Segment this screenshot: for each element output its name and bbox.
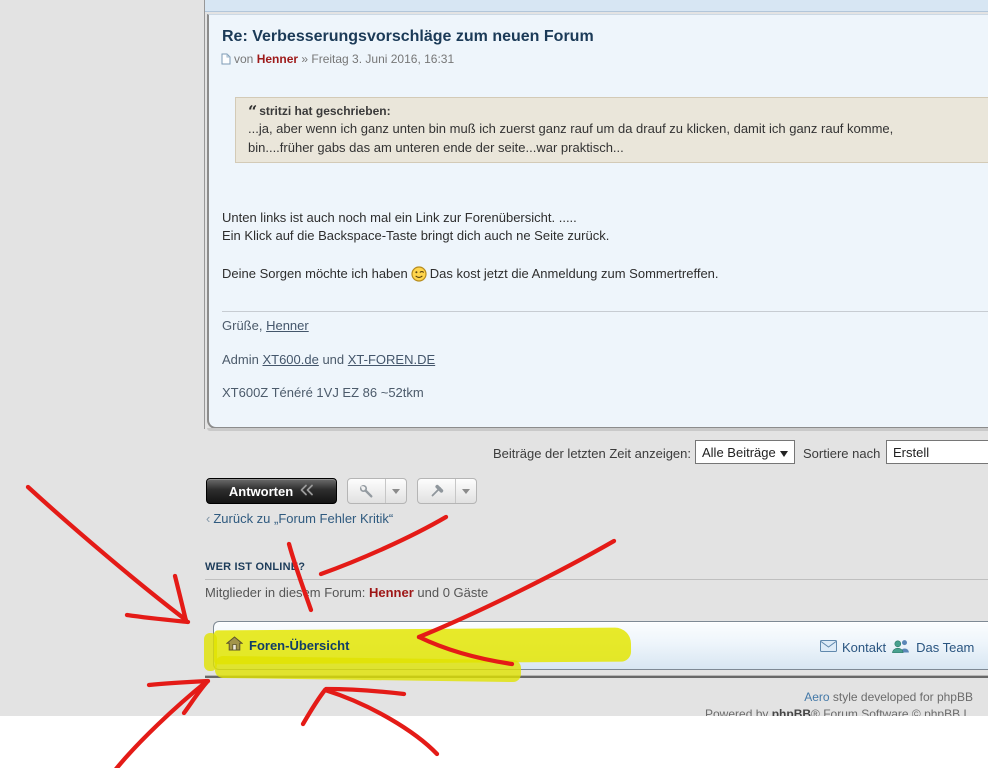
caret-down-icon bbox=[392, 489, 400, 498]
post-panel-shadow bbox=[207, 428, 988, 431]
forum-overview-link[interactable]: Foren-Übersicht bbox=[226, 636, 349, 654]
aero-style-link[interactable]: Aero bbox=[804, 690, 829, 704]
posts-filter-value: Alle Beiträge bbox=[702, 445, 776, 460]
signature-divider bbox=[222, 311, 988, 312]
team-icon bbox=[891, 639, 911, 656]
post-body-line2: Ein Klick auf die Backspace-Taste bringt… bbox=[222, 228, 609, 243]
bottom-navbar: Foren-Übersicht Kontakt Das Team bbox=[213, 621, 988, 670]
caret-down-icon bbox=[780, 451, 788, 461]
who-is-online-heading: WER IST ONLINE? bbox=[205, 561, 305, 573]
sort-by-value: Erstell bbox=[893, 445, 929, 460]
forum-thread-page: Re: Verbesserungsvorschläge zum neuen Fo… bbox=[0, 0, 988, 768]
xt600-link[interactable]: XT600.de bbox=[262, 352, 318, 367]
forum-overview-label: Foren-Übersicht bbox=[249, 638, 349, 653]
signature-bike: XT600Z Ténéré 1VJ EZ 86 ~52tkm bbox=[222, 385, 424, 400]
admin-prefix: Admin bbox=[222, 352, 262, 367]
back-link-label: Zurück zu „Forum Fehler Kritik“ bbox=[213, 511, 393, 526]
signature-henner-link[interactable]: Henner bbox=[266, 318, 309, 333]
sort-by-select[interactable]: Erstell bbox=[886, 440, 988, 464]
moderate-dropdown-caret[interactable] bbox=[456, 479, 476, 503]
post-body-line1: Unten links ist auch noch mal ein Link z… bbox=[222, 210, 577, 225]
author-link[interactable]: Henner bbox=[257, 52, 298, 66]
back-chevron-icon: ‹ bbox=[206, 511, 210, 526]
back-to-forum-link[interactable]: ‹Zurück zu „Forum Fehler Kritik“ bbox=[206, 511, 393, 526]
tools-dropdown-caret[interactable] bbox=[386, 479, 406, 503]
topic-tools-button[interactable] bbox=[347, 478, 407, 504]
previous-panel-edge bbox=[205, 0, 988, 12]
display-posts-label: Beiträge der letzten Zeit anzeigen: bbox=[493, 446, 691, 461]
panel-left-edge-line bbox=[204, 0, 205, 429]
byline-prefix: von bbox=[234, 52, 257, 66]
reply-button[interactable]: Antworten bbox=[206, 478, 337, 504]
style-credit-text: style developed for phpBB bbox=[830, 690, 973, 704]
who-is-online-divider bbox=[205, 579, 988, 580]
quote-text-line1: ...ja, aber wenn ich ganz unten bin muß … bbox=[248, 121, 893, 136]
screenshot-white-margin bbox=[0, 716, 988, 768]
page-icon bbox=[221, 53, 231, 68]
admin-mid: und bbox=[319, 352, 348, 367]
xt-foren-link[interactable]: XT-FOREN.DE bbox=[348, 352, 435, 367]
envelope-icon bbox=[820, 640, 837, 655]
reply-button-label: Antworten bbox=[229, 484, 293, 499]
quote-box: “stritzi hat geschrieben: ...ja, aber we… bbox=[235, 97, 988, 163]
wink-smiley-icon bbox=[411, 266, 427, 285]
wrench-icon[interactable] bbox=[348, 479, 386, 503]
home-icon bbox=[226, 636, 243, 654]
wio-prefix: Mitglieder in diesem Forum: bbox=[205, 585, 369, 600]
team-link[interactable]: Das Team bbox=[916, 640, 974, 655]
footer-style-credit: Aero style developed for phpBB bbox=[700, 690, 973, 704]
sort-by-label: Sortiere nach bbox=[803, 446, 880, 461]
posts-filter-select[interactable]: Alle Beiträge bbox=[695, 440, 795, 464]
post-title: Re: Verbesserungsvorschläge zum neuen Fo… bbox=[222, 28, 594, 46]
gavel-icon[interactable] bbox=[418, 479, 456, 503]
quote-header: “stritzi hat geschrieben: bbox=[248, 102, 391, 121]
moderate-button[interactable] bbox=[417, 478, 477, 504]
signature-admin: Admin XT600.de und XT-FOREN.DE bbox=[222, 352, 435, 367]
quote-text-line2: bin....früher gabs das am unteren ende d… bbox=[248, 140, 624, 155]
post-body-line3-post: Das kost jetzt die Anmeldung zum Sommert… bbox=[430, 266, 719, 281]
wio-suffix: und 0 Gäste bbox=[414, 585, 488, 600]
navbar-right-links: Kontakt Das Team bbox=[820, 639, 974, 656]
post-body-line3-pre: Deine Sorgen möchte ich haben bbox=[222, 266, 408, 281]
byline-date: » Freitag 3. Juni 2016, 16:31 bbox=[298, 52, 454, 66]
signature-greeting: Grüße, Henner bbox=[222, 318, 309, 333]
quote-mark-icon: “ bbox=[248, 102, 257, 121]
who-is-online-text: Mitglieder in diesem Forum: Henner und 0… bbox=[205, 585, 488, 600]
quote-author-line: stritzi hat geschrieben: bbox=[259, 104, 390, 118]
yellow-highlight-stroke bbox=[215, 656, 521, 682]
contact-link[interactable]: Kontakt bbox=[842, 640, 886, 655]
greeting-text: Grüße, bbox=[222, 318, 266, 333]
caret-down-icon bbox=[462, 489, 470, 498]
yellow-highlight-stroke bbox=[204, 633, 217, 671]
reply-arrows-icon bbox=[299, 484, 314, 499]
post-byline: von Henner » Freitag 3. Juni 2016, 16:31 bbox=[221, 52, 454, 68]
online-member-link[interactable]: Henner bbox=[369, 585, 414, 600]
post-body-line3: Deine Sorgen möchte ich haben Das kost je… bbox=[222, 266, 719, 285]
